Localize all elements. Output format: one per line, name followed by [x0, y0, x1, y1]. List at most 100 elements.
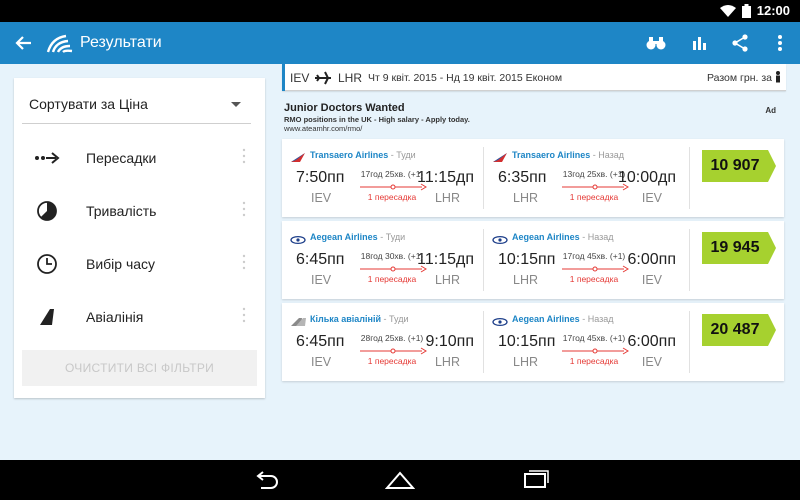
app-bar: Результати — [0, 22, 800, 64]
airline-name: Aegean Airlines - Назад — [512, 314, 614, 324]
stops-count: 1 пересадка — [367, 274, 417, 284]
direction-label: - Назад — [590, 150, 624, 160]
price-badge[interactable]: 19 945 — [702, 232, 776, 264]
ad-banner[interactable]: Junior Doctors Wanted RMO positions in t… — [282, 100, 786, 136]
filter-item-airline[interactable]: Авіалінія — [22, 297, 257, 337]
stops-count: 1 пересадка — [569, 356, 619, 366]
origin-code: IEV — [290, 71, 310, 85]
arrival-time: 6:00пп — [627, 251, 676, 268]
back-arrow-icon[interactable] — [12, 32, 34, 54]
stops-count: 1 пересадка — [367, 356, 417, 366]
flight-duration: 17год 25хв. (+1) — [360, 169, 424, 179]
clear-all-filters-button[interactable]: ОЧИСТИТИ ВСІ ФІЛЬТРИ — [22, 350, 257, 386]
arrival-time: 9:10пп — [425, 333, 474, 350]
leg-divider — [483, 147, 484, 209]
flight-duration: 18год 30хв. (+1) — [360, 251, 424, 261]
direction-label: - Туди — [377, 232, 406, 242]
filter-item-duration[interactable]: Тривалість — [22, 191, 257, 231]
airline-tail-icon — [40, 309, 54, 325]
airline-name: Transaero Airlines - Туди — [310, 150, 416, 160]
arrival-time: 6:00пп — [627, 333, 676, 350]
plane-icon — [315, 71, 331, 85]
drag-handle-icon — [242, 148, 246, 164]
filter-item-stops[interactable]: Пересадки — [22, 138, 257, 178]
direction-label: - Туди — [381, 314, 409, 324]
departure-time: 10:15пп — [498, 333, 556, 350]
airline-name: Кілька авіаліній - Туди — [310, 314, 409, 324]
ad-headline: Junior Doctors Wanted — [284, 102, 405, 114]
filter-item-time[interactable]: Вибір часу — [22, 244, 257, 284]
status-bar: 12:00 — [0, 0, 800, 22]
airline-name: Aegean Airlines - Назад — [512, 232, 614, 242]
departure-airport: IEV — [311, 273, 332, 287]
filter-label: Пересадки — [86, 150, 157, 166]
arrival-airport: LHR — [434, 273, 460, 287]
departure-airport: IEV — [311, 355, 332, 369]
departure-time: 10:15пп — [498, 251, 556, 268]
flight-duration: 17год 45хв. (+1) — [562, 251, 626, 261]
flight-duration: 17год 45хв. (+1) — [562, 333, 626, 343]
share-icon[interactable] — [729, 32, 751, 54]
status-icons: 12:00 — [719, 3, 790, 18]
airline-logo-icon — [290, 150, 306, 162]
destination-code: LHR — [338, 71, 363, 85]
back-nav-icon[interactable] — [251, 470, 281, 490]
leg-divider — [483, 311, 484, 373]
wifi-icon — [719, 4, 736, 17]
ad-url: www.ateamhr.com/rmo/ — [284, 124, 363, 133]
home-nav-icon[interactable] — [385, 470, 415, 490]
stops-count: 1 пересадка — [569, 192, 619, 202]
navigation-bar — [0, 460, 800, 500]
price-badge[interactable]: 10 907 — [702, 150, 776, 182]
leg-outbound: Кілька авіаліній - Туди 6:45пп 9:10пп IEV LH… — [284, 303, 484, 381]
binoculars-icon[interactable] — [645, 32, 667, 54]
price-value: 19 945 — [710, 239, 760, 256]
dropdown-caret-icon — [231, 102, 241, 107]
page-title: Результати — [80, 34, 162, 51]
departure-time: 6:45пп — [296, 333, 345, 350]
ad-tag: Ad — [765, 106, 776, 115]
total-price-label: Разом грн. за — [706, 72, 772, 84]
clock-icon — [37, 254, 57, 274]
departure-airport: LHR — [513, 191, 539, 205]
drag-handle-icon — [242, 307, 246, 323]
airline-logo-icon — [290, 314, 306, 326]
price-divider — [689, 229, 690, 291]
price-divider — [689, 311, 690, 373]
flight-duration: 13год 25хв. (+1) — [562, 169, 626, 179]
airline-logo-icon — [290, 232, 306, 245]
more-vert-icon[interactable] — [769, 32, 791, 54]
leg-return: Aegean Airlines - Назад 10:15пп 6:00пп LHR I… — [486, 303, 686, 381]
flight-duration: 28год 25хв. (+1) — [360, 333, 424, 343]
airline-logo-icon — [492, 314, 508, 327]
result-card[interactable]: Кілька авіаліній - Туди 6:45пп 9:10пп IEV LH… — [282, 303, 784, 381]
airline-name: Aegean Airlines - Туди — [310, 232, 406, 242]
direction-label: - Назад — [579, 232, 614, 242]
skyscanner-logo-icon — [46, 34, 73, 53]
departure-airport: LHR — [513, 355, 539, 369]
price-badge[interactable]: 20 487 — [702, 314, 776, 346]
sort-label: Сортувати за Ціна — [29, 96, 148, 112]
airline-logo-icon — [492, 150, 508, 162]
departure-airport: LHR — [513, 273, 539, 287]
departure-time: 6:35пп — [498, 169, 547, 186]
arrival-airport: IEV — [641, 191, 662, 205]
airline-logo-icon — [492, 232, 508, 245]
ad-description: RMO positions in the UK - High salary - … — [284, 115, 470, 124]
recents-nav-icon[interactable] — [520, 470, 550, 490]
bar-chart-icon[interactable] — [688, 32, 710, 54]
search-summary-bar[interactable]: IEV LHR Чт 9 квіт. 2015 - Нд 19 квіт. 20… — [282, 64, 786, 91]
departure-time: 7:50пп — [296, 169, 345, 186]
stops-count: 1 пересадка — [367, 192, 417, 202]
airline-name: Transaero Airlines - Назад — [512, 150, 624, 160]
price-value: 10 907 — [710, 157, 760, 174]
filter-label: Авіалінія — [86, 309, 144, 325]
result-card[interactable]: Aegean Airlines - Туди 6:45пп 11:15дп IEV LH… — [282, 221, 784, 299]
battery-icon — [741, 3, 751, 18]
result-card[interactable]: Transaero Airlines - Туди 7:50пп 11:15дп IE… — [282, 139, 784, 217]
accent-line — [282, 64, 285, 91]
drag-handle-icon — [242, 201, 246, 217]
stops-icon — [35, 152, 60, 164]
search-dates: Чт 9 квіт. 2015 - Нд 19 квіт. 2015 Еконо… — [368, 72, 563, 84]
sort-dropdown[interactable]: Сортувати за Ціна — [22, 90, 251, 124]
